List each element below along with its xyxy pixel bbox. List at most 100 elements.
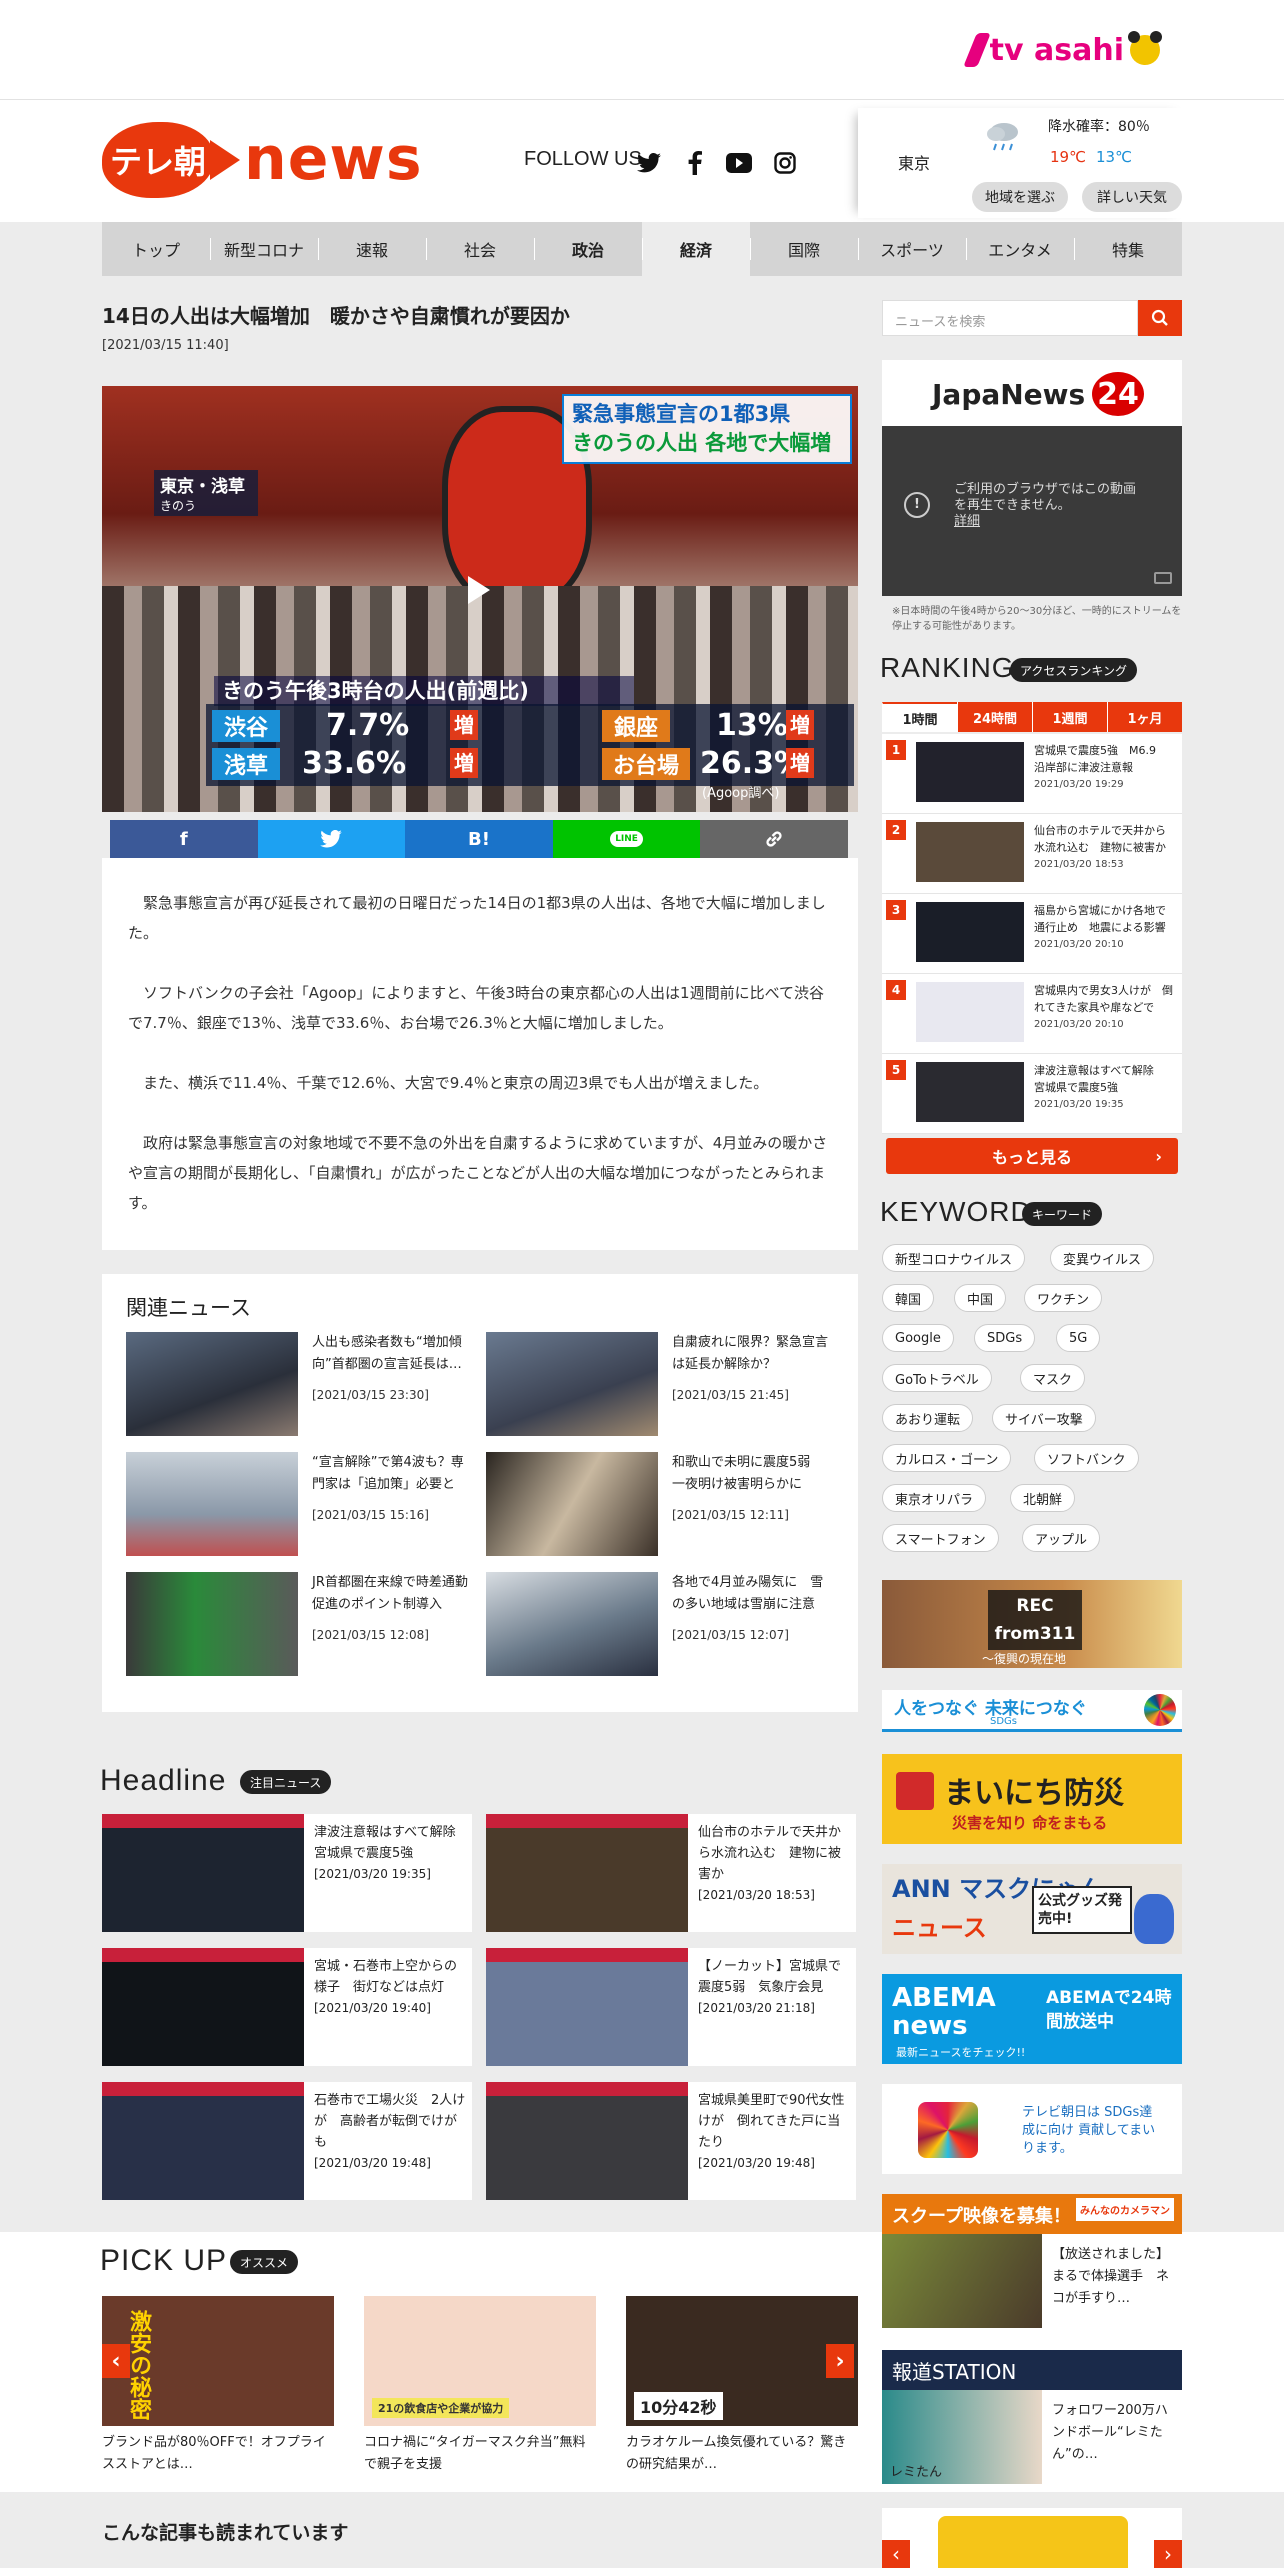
headline-card[interactable]: 津波注意報はすべて解除 宮城県で震度5強 [2021/03/20 19:35] bbox=[102, 1814, 472, 1932]
nav-item-economy[interactable]: 経済 bbox=[642, 222, 750, 276]
site-logo[interactable]: テレ朝 bbox=[102, 122, 214, 198]
nav-item-sports[interactable]: スポーツ bbox=[858, 222, 966, 276]
related-item[interactable]: 自粛疲れに限界？緊急宣言は延長か解除か？ [2021/03/15 21:45] bbox=[672, 1332, 832, 1406]
abema-news-banner[interactable]: ABEMA news ABEMAで24時間放送中 最新ニュースをチェック!! bbox=[882, 1974, 1182, 2064]
sdgs-banner[interactable]: 人をつなぐ 未来につなぐ SDGs bbox=[882, 1690, 1182, 1732]
mainichi-bousai-banner[interactable]: まいにち防災 災害を知り 命をまもる bbox=[882, 1754, 1182, 1844]
related-item[interactable]: “宣言解除”で第4波も？専門家は「追加策」必要と [2021/03/15 15:1… bbox=[312, 1452, 472, 1526]
site-logo-news[interactable]: news bbox=[244, 122, 423, 196]
keyword-chip[interactable]: 変異ウイルス bbox=[1050, 1244, 1155, 1272]
related-item[interactable]: JR首都圏在来線で時差通勤促進のポイント制導入 [2021/03/15 12:08… bbox=[312, 1572, 472, 1646]
nav-item-international[interactable]: 国際 bbox=[750, 222, 858, 276]
headline-date: [2021/03/20 21:18] bbox=[698, 2001, 815, 2015]
tab-1week[interactable]: 1週間 bbox=[1032, 702, 1107, 732]
ranking-more-button[interactable]: もっと見る › bbox=[886, 1138, 1178, 1174]
youtube-icon[interactable] bbox=[726, 150, 752, 176]
keyword-chip[interactable]: スマートフォン bbox=[882, 1524, 999, 1552]
related-thumb[interactable] bbox=[126, 1452, 298, 1556]
nav-item-breaking[interactable]: 速報 bbox=[318, 222, 426, 276]
nav-item-society[interactable]: 社会 bbox=[426, 222, 534, 276]
keyword-chip[interactable]: 東京オリパラ bbox=[882, 1484, 987, 1512]
keyword-chip[interactable]: 北朝鮮 bbox=[1010, 1484, 1076, 1512]
tv-asahi-logo[interactable]: tv asahi bbox=[962, 30, 1162, 70]
twitter-icon[interactable] bbox=[636, 150, 662, 176]
related-thumb[interactable] bbox=[486, 1572, 658, 1676]
keyword-chip[interactable]: 中国 bbox=[954, 1284, 1007, 1312]
ranking-item[interactable]: 4 宮城県内で男女3人けが 倒れてきた家具や扉などで 2021/03/20 20:… bbox=[882, 974, 1182, 1054]
keyword-chip[interactable]: サイバー攻撃 bbox=[992, 1404, 1096, 1432]
nav-item-features[interactable]: 特集 bbox=[1074, 222, 1182, 276]
facebook-icon[interactable] bbox=[682, 150, 708, 176]
play-icon[interactable] bbox=[468, 576, 490, 604]
pickup-thumb[interactable]: 10分42秒 bbox=[626, 2296, 858, 2426]
related-thumb[interactable] bbox=[126, 1572, 298, 1676]
headline-card[interactable]: 宮城県美里町で90代女性けが 倒れてきた戸に当たり [2021/03/20 19:… bbox=[486, 2082, 856, 2200]
pickup-thumb[interactable]: 激安の秘密 bbox=[102, 2296, 334, 2426]
chevron-right-icon[interactable]: › bbox=[1154, 2540, 1182, 2568]
headline-card[interactable]: 宮城・石巻市上空からの様子 街灯などは点灯 [2021/03/20 19:40] bbox=[102, 1948, 472, 2066]
region-select-button[interactable]: 地域を選ぶ bbox=[972, 182, 1068, 212]
line-share-button[interactable]: LINE bbox=[552, 820, 701, 858]
ranking-item[interactable]: 2 仙台市のホテルで天井から水流れ込む 建物に被害か 2021/03/20 18:… bbox=[882, 814, 1182, 894]
pickup-item-text[interactable]: ブランド品が80％OFFで！オフプライスストアとは… bbox=[102, 2432, 334, 2476]
chevron-left-icon[interactable]: ‹ bbox=[882, 2540, 910, 2568]
japanews-video[interactable]: ! ご利用のブラウザではこの動画 を再生できません。 詳細 bbox=[882, 426, 1182, 596]
pickup-thumb[interactable]: 21の飲食店や企業が協力 bbox=[364, 2296, 596, 2426]
nav-item-corona[interactable]: 新型コロナ bbox=[210, 222, 318, 276]
nav-item-top[interactable]: トップ bbox=[102, 222, 210, 276]
keyword-chip[interactable]: Google bbox=[882, 1324, 954, 1352]
rec-from311-banner[interactable]: REC from311 ～復興の現在地 bbox=[882, 1580, 1182, 1668]
related-thumb[interactable] bbox=[486, 1452, 658, 1556]
rec-title: REC from311 bbox=[988, 1590, 1082, 1650]
headline-card[interactable]: 【ノーカット】宮城県で震度5弱 気象庁会見 [2021/03/20 21:18] bbox=[486, 1948, 856, 2066]
keyword-chip[interactable]: ワクチン bbox=[1024, 1284, 1103, 1312]
search-button[interactable] bbox=[1138, 300, 1182, 336]
keyword-chip[interactable]: マスク bbox=[1020, 1364, 1086, 1392]
keyword-chip[interactable]: 韓国 bbox=[882, 1284, 935, 1312]
ranking-item[interactable]: 3 福島から宮城にかけ各地で通行止め 地震による影響 2021/03/20 20:… bbox=[882, 894, 1182, 974]
related-item[interactable]: 各地で4月並み陽気に 雪の多い地域は雪崩に注意 [2021/03/15 12:07… bbox=[672, 1572, 832, 1646]
headline-card[interactable]: 石巻市で工場火災 2人けが 高齢者が転倒でけがも [2021/03/20 19:4… bbox=[102, 2082, 472, 2200]
fullscreen-icon[interactable] bbox=[1154, 572, 1172, 584]
hatena-share-button[interactable]: B! bbox=[405, 820, 553, 858]
related-thumb[interactable] bbox=[126, 1332, 298, 1436]
tv-asahi-sdgs-banner[interactable]: テレビ朝日は SDGs達成に向け 貢献してまいります。 bbox=[882, 2084, 1182, 2174]
ranking-item[interactable]: 5 津波注意報はすべて解除 宮城県で震度5強 2021/03/20 19:35 bbox=[882, 1054, 1182, 1134]
keyword-chip[interactable]: SDGs bbox=[974, 1324, 1036, 1352]
pickup-item-text[interactable]: カラオケルーム換気優れている？驚きの研究結果が… bbox=[626, 2432, 858, 2476]
keyword-chip[interactable]: アップル bbox=[1022, 1524, 1101, 1552]
ranking-item[interactable]: 1 宮城県で震度5強 M6.9 沿岸部に津波注意報 2021/03/20 19:2… bbox=[882, 734, 1182, 814]
nav-item-politics[interactable]: 政治 bbox=[534, 222, 642, 276]
nav-item-entertainment[interactable]: エンタメ bbox=[966, 222, 1074, 276]
pickup-next-button[interactable]: › bbox=[826, 2344, 854, 2378]
related-item[interactable]: 人出も感染者数も“増加傾向”首都圏の宣言延長は… [2021/03/15 23:3… bbox=[312, 1332, 472, 1406]
keyword-chip[interactable]: GoToトラベル bbox=[882, 1364, 992, 1392]
pickup-item-text[interactable]: コロナ禍に“タイガーマスク弁当”無料で親子を支援 bbox=[364, 2432, 596, 2476]
facebook-share-button[interactable]: f bbox=[110, 820, 258, 858]
keyword-chip[interactable]: ソフトバンク bbox=[1034, 1444, 1139, 1472]
twitter-share-button[interactable] bbox=[257, 820, 406, 858]
search-input[interactable]: ニュースを検索 bbox=[882, 300, 1138, 336]
copy-link-button[interactable] bbox=[700, 820, 848, 858]
tab-24hours[interactable]: 24時間 bbox=[957, 702, 1032, 732]
tab-1month[interactable]: 1ヶ月 bbox=[1107, 702, 1182, 732]
mask-nyan-banner[interactable]: ANN マスクにゃん ニュース 公式グッズ発売中! bbox=[882, 1864, 1182, 1954]
weather-detail-button[interactable]: 詳しい天気 bbox=[1082, 182, 1182, 212]
instagram-icon[interactable] bbox=[772, 150, 798, 176]
article-video[interactable]: 緊急事態宣言の1都3県 きのうの人出 各地で大幅増 東京・浅草 きのう きのう午… bbox=[102, 386, 858, 812]
pickup-prev-button[interactable]: ‹ bbox=[102, 2344, 130, 2378]
tab-1hour[interactable]: 1時間 bbox=[882, 702, 957, 732]
video-source: (Agoop調べ) bbox=[702, 786, 780, 801]
related-item[interactable]: 和歌山で未明に震度5弱 一夜明け被害明らかに [2021/03/15 12:11] bbox=[672, 1452, 832, 1526]
keyword-chip[interactable]: カルロス・ゴーン bbox=[882, 1444, 1012, 1472]
related-thumb[interactable] bbox=[486, 1332, 658, 1436]
japanews-logo: JapaNews bbox=[932, 378, 1086, 411]
keyword-chip[interactable]: 新型コロナウイルス bbox=[882, 1244, 1026, 1272]
keyword-chip[interactable]: あおり運転 bbox=[882, 1404, 974, 1432]
video-error-link[interactable]: 詳細 bbox=[954, 514, 980, 530]
scoop-banner[interactable]: スクープ映像を募集！ みんなのカメラマン 【放送されました】まるで体操選手 ネコ… bbox=[882, 2194, 1182, 2328]
keyword-chip[interactable]: 5G bbox=[1056, 1324, 1101, 1352]
headline-card[interactable]: 仙台市のホテルで天井から水流れ込む 建物に被害か [2021/03/20 18:5… bbox=[486, 1814, 856, 1932]
houdou-station-banner[interactable]: 報道STATION レミたん フォロワー200万ハンドボール“レミたん”の… bbox=[882, 2350, 1182, 2484]
bottom-sidebar-banner[interactable]: ‹ › bbox=[882, 2508, 1182, 2568]
